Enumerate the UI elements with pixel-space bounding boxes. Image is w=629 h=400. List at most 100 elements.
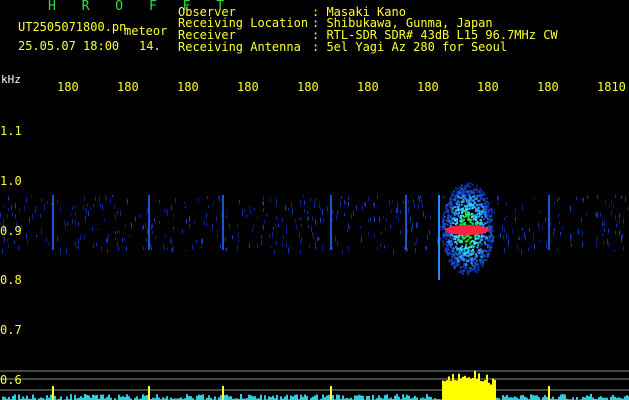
echo-pixel <box>443 234 446 237</box>
echo-pixel <box>456 259 459 262</box>
echo-pixel <box>488 202 491 205</box>
noise-mark <box>226 247 227 252</box>
noise-mark <box>308 216 309 220</box>
noise-mark <box>554 228 555 231</box>
signal-bar <box>588 396 590 400</box>
noise-mark <box>528 247 529 252</box>
signal-bar <box>514 396 516 400</box>
noise-mark <box>319 238 320 241</box>
noise-mark <box>506 215 507 218</box>
noise-mark <box>129 234 130 237</box>
echo-pixel <box>464 245 467 248</box>
noise-mark <box>101 245 102 252</box>
noise-mark <box>8 196 9 201</box>
time-tick: 180 <box>297 80 319 94</box>
echo-pixel <box>471 213 474 215</box>
noise-mark <box>7 213 8 219</box>
noise-mark <box>413 243 414 246</box>
echo-pixel <box>449 236 452 239</box>
noise-mark <box>286 243 287 248</box>
signal-bar <box>338 394 340 400</box>
noise-mark <box>84 234 85 240</box>
echo-pixel <box>466 235 469 238</box>
noise-mark <box>4 205 5 208</box>
noise-mark <box>184 201 185 205</box>
signal-bar <box>358 394 360 400</box>
noise-mark <box>545 217 546 222</box>
noise-streak <box>330 195 332 250</box>
filename: UT2505071800.pn <box>18 20 127 34</box>
echo-pixel <box>476 194 479 197</box>
echo-pixel <box>479 194 481 197</box>
signal-bar <box>222 386 224 400</box>
signal-bar <box>458 373 460 400</box>
noise-mark <box>84 195 85 201</box>
noise-mark <box>623 218 624 225</box>
noise-mark <box>336 214 337 220</box>
echo-pixel <box>465 205 467 208</box>
noise-mark <box>345 201 346 205</box>
echo-pixel <box>476 246 479 249</box>
noise-mark <box>286 225 287 231</box>
echo-pixel <box>469 240 472 243</box>
noise-mark <box>65 224 66 230</box>
noise-mark <box>587 195 588 199</box>
echo-pixel <box>453 265 456 268</box>
echo-pixel <box>477 263 479 266</box>
noise-mark <box>186 219 187 224</box>
signal-bar <box>60 396 62 400</box>
noise-mark <box>264 219 265 224</box>
signal-bar <box>562 394 564 400</box>
signal-bar <box>86 395 88 400</box>
noise-mark <box>443 195 444 199</box>
signal-bar <box>290 395 292 400</box>
noise-mark <box>273 226 274 230</box>
noise-mark <box>348 223 349 229</box>
noise-mark <box>100 203 101 207</box>
echo-pixel <box>469 221 472 223</box>
noise-mark <box>342 249 343 254</box>
noise-mark <box>534 243 535 250</box>
noise-mark <box>558 213 559 217</box>
noise-mark <box>497 196 498 201</box>
echo-pixel <box>457 195 460 198</box>
noise-mark <box>311 226 312 233</box>
echo-pixel <box>467 214 470 217</box>
noise-mark <box>80 235 81 241</box>
signal-bar <box>378 395 380 400</box>
noise-mark <box>46 237 47 242</box>
noise-mark <box>602 221 603 227</box>
noise-mark <box>603 223 604 226</box>
noise-mark <box>512 228 513 233</box>
echo-pixel <box>471 207 474 210</box>
noise-mark <box>422 203 423 208</box>
noise-streak <box>438 195 440 280</box>
echo-pixel <box>470 218 472 221</box>
noise-mark <box>364 202 365 206</box>
echo-pixel <box>443 232 446 235</box>
echo-pixel <box>475 253 477 256</box>
echo-pixel <box>446 220 449 223</box>
echo-pixel <box>474 235 477 237</box>
signal-bar <box>304 394 306 400</box>
echo-pixel <box>467 202 470 205</box>
signal-bar <box>466 377 468 400</box>
noise-mark <box>261 235 262 239</box>
echo-pixel <box>471 216 473 218</box>
noise-mark <box>383 216 384 219</box>
echo-pixel <box>480 238 483 241</box>
echo-pixel <box>475 210 478 213</box>
noise-mark <box>332 246 333 250</box>
signal-bar <box>254 396 256 400</box>
noise-mark <box>420 195 421 198</box>
signal-bar <box>366 396 368 400</box>
noise-mark <box>41 198 42 202</box>
signal-bar <box>504 396 506 400</box>
noise-mark <box>159 221 160 224</box>
echo-pixel <box>473 187 476 190</box>
signal-bar <box>142 394 144 400</box>
echo-pixel <box>452 237 455 240</box>
signal-bar <box>470 378 472 400</box>
noise-mark <box>559 220 560 225</box>
noise-mark <box>115 214 116 221</box>
